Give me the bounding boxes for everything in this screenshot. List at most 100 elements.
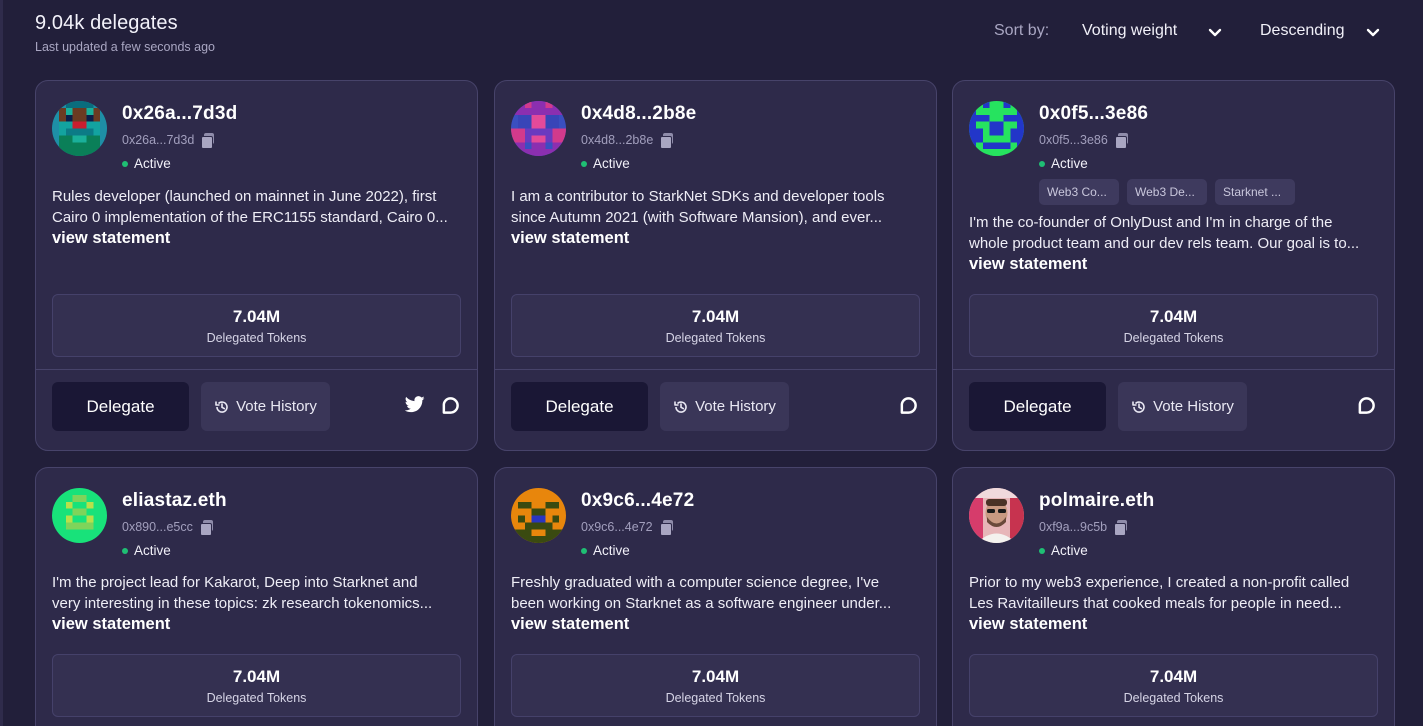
history-icon bbox=[1132, 400, 1145, 413]
history-icon bbox=[674, 400, 687, 413]
tokens-amount: 7.04M bbox=[691, 307, 740, 326]
status-badge: Active bbox=[581, 156, 630, 171]
delegate-name: 0x9c6...4e72 bbox=[581, 490, 695, 511]
delegate-name: 0x26a...7d3d bbox=[122, 103, 238, 124]
delegated-tokens-box: 7.04M Delegated Tokens bbox=[52, 654, 461, 717]
statement-line: Cairo 0 implementation of the ERC1155 st… bbox=[52, 209, 448, 226]
delegate-name: 0x4d8...2b8e bbox=[581, 103, 697, 124]
statement-line: whole product team and our dev rels team… bbox=[969, 235, 1360, 252]
tokens-label: Delegated Tokens bbox=[206, 691, 307, 705]
twitter-icon[interactable] bbox=[405, 396, 425, 413]
status-text: Active bbox=[593, 543, 630, 558]
copy-icon[interactable] bbox=[199, 520, 214, 536]
tokens-amount: 7.04M bbox=[1149, 667, 1198, 686]
sort-order-select[interactable]: Descending bbox=[1260, 22, 1380, 40]
delegate-address: 0xf9a...9c5b bbox=[1039, 520, 1128, 536]
tag: Starknet ... bbox=[1215, 179, 1295, 205]
status-badge: Active bbox=[1039, 543, 1088, 558]
tokens-label: Delegated Tokens bbox=[1123, 331, 1224, 345]
delegate-statement: I am a contributor to StarkNet SDKs and … bbox=[511, 186, 920, 228]
status-text: Active bbox=[1051, 156, 1088, 171]
tokens-label: Delegated Tokens bbox=[665, 691, 766, 705]
address-text: 0x26a...7d3d bbox=[122, 133, 195, 147]
statement-line: Les Ravitailleurs that cooked meals for … bbox=[969, 595, 1342, 612]
active-dot-icon bbox=[122, 160, 128, 167]
delegated-tokens-box: 7.04M Delegated Tokens bbox=[511, 294, 920, 357]
delegate-statement: I'm the co-founder of OnlyDust and I'm i… bbox=[969, 212, 1378, 254]
copy-icon[interactable] bbox=[660, 133, 674, 149]
tag: Web3 De... bbox=[1127, 179, 1207, 205]
vote-history-button[interactable]: Vote History bbox=[660, 382, 789, 431]
view-statement-link[interactable]: view statement bbox=[52, 615, 170, 634]
statement-line: I'm the co-founder of OnlyDust and I'm i… bbox=[969, 214, 1333, 231]
tokens-amount: 7.04M bbox=[1149, 307, 1198, 326]
copy-icon[interactable] bbox=[659, 520, 674, 536]
delegate-count: 9.04k delegates bbox=[35, 12, 178, 34]
vote-history-button[interactable]: Vote History bbox=[1118, 382, 1247, 431]
card-footer: Delegate Vote History bbox=[953, 369, 1394, 450]
statement-line: very interesting in these topics: zk res… bbox=[52, 595, 433, 612]
vote-history-label: Vote History bbox=[236, 398, 317, 415]
sort-field-select[interactable]: Voting weight bbox=[1082, 22, 1222, 40]
delegate-address: 0x9c6...4e72 bbox=[581, 520, 674, 536]
view-statement-link[interactable]: view statement bbox=[969, 615, 1087, 634]
delegate-button[interactable]: Delegate bbox=[511, 382, 648, 431]
statement-line: I am a contributor to StarkNet SDKs and … bbox=[511, 188, 885, 205]
delegate-statement: Rules developer (launched on mainnet in … bbox=[52, 186, 461, 228]
vote-history-label: Vote History bbox=[695, 398, 776, 415]
address-text: 0x0f5...3e86 bbox=[1039, 133, 1108, 147]
vote-history-label: Vote History bbox=[1153, 398, 1234, 415]
sort-label: Sort by: bbox=[994, 22, 1050, 39]
avatar bbox=[969, 101, 1024, 156]
avatar bbox=[52, 488, 107, 543]
delegate-address: 0x890...e5cc bbox=[122, 520, 214, 536]
delegates-header: 9.04k delegates Last updated a few secon… bbox=[35, 12, 215, 54]
delegate-statement: Freshly graduated with a computer scienc… bbox=[511, 572, 920, 614]
delegate-button[interactable]: Delegate bbox=[52, 382, 189, 431]
chevron-down-icon bbox=[1208, 28, 1222, 37]
statement-line: I'm the project lead for Kakarot, Deep i… bbox=[52, 574, 418, 591]
status-text: Active bbox=[134, 543, 171, 558]
delegated-tokens-box: 7.04M Delegated Tokens bbox=[969, 294, 1378, 357]
tokens-amount: 7.04M bbox=[232, 667, 281, 686]
status-text: Active bbox=[134, 156, 171, 171]
view-statement-link[interactable]: view statement bbox=[511, 229, 629, 248]
delegated-tokens-box: 7.04M Delegated Tokens bbox=[969, 654, 1378, 717]
vote-history-button[interactable]: Vote History bbox=[201, 382, 330, 431]
copy-icon[interactable] bbox=[201, 133, 215, 149]
last-updated: Last updated a few seconds ago bbox=[35, 40, 215, 54]
status-text: Active bbox=[1051, 543, 1088, 558]
delegate-card[interactable]: 0x26a...7d3d 0x26a...7d3d Active Rules d… bbox=[35, 80, 478, 451]
delegate-card[interactable]: 0x0f5...3e86 0x0f5...3e86 Active Web3 Co… bbox=[952, 80, 1395, 451]
discourse-icon[interactable] bbox=[899, 396, 918, 415]
history-icon bbox=[215, 400, 228, 413]
discourse-icon[interactable] bbox=[1357, 396, 1376, 415]
delegate-card[interactable]: 0x4d8...2b8e 0x4d8...2b8e Active I am a … bbox=[494, 80, 937, 451]
delegate-card[interactable]: polmaire.eth 0xf9a...9c5b Active Prior t… bbox=[952, 467, 1395, 726]
active-dot-icon bbox=[1039, 547, 1045, 554]
delegate-card[interactable]: eliastaz.eth 0x890...e5cc Active I'm the… bbox=[35, 467, 478, 726]
tag: Web3 Co... bbox=[1039, 179, 1119, 205]
copy-icon[interactable] bbox=[1114, 520, 1128, 536]
copy-icon[interactable] bbox=[1114, 133, 1129, 149]
statement-line: Rules developer (launched on mainnet in … bbox=[52, 188, 437, 205]
delegate-statement: I'm the project lead for Kakarot, Deep i… bbox=[52, 572, 461, 614]
sort-controls: Sort by: Voting weight Descending bbox=[994, 22, 1380, 40]
view-statement-link[interactable]: view statement bbox=[52, 229, 170, 248]
delegate-button[interactable]: Delegate bbox=[969, 382, 1106, 431]
delegate-name: 0x0f5...3e86 bbox=[1039, 103, 1149, 124]
view-statement-link[interactable]: view statement bbox=[969, 255, 1087, 274]
sort-order-value: Descending bbox=[1260, 22, 1345, 39]
statement-line: Prior to my web3 experience, I created a… bbox=[969, 574, 1350, 591]
status-badge: Active bbox=[122, 543, 171, 558]
discourse-icon[interactable] bbox=[441, 396, 460, 415]
delegate-card[interactable]: 0x9c6...4e72 0x9c6...4e72 Active Freshly… bbox=[494, 467, 937, 726]
avatar bbox=[511, 488, 566, 543]
card-footer: Delegate Vote History bbox=[495, 369, 936, 450]
view-statement-link[interactable]: view statement bbox=[511, 615, 629, 634]
sort-field-value: Voting weight bbox=[1082, 22, 1178, 39]
tokens-label: Delegated Tokens bbox=[665, 331, 766, 345]
address-text: 0x9c6...4e72 bbox=[581, 520, 653, 534]
statement-line: been working on Starknet as a software e… bbox=[511, 595, 892, 612]
active-dot-icon bbox=[581, 547, 587, 554]
